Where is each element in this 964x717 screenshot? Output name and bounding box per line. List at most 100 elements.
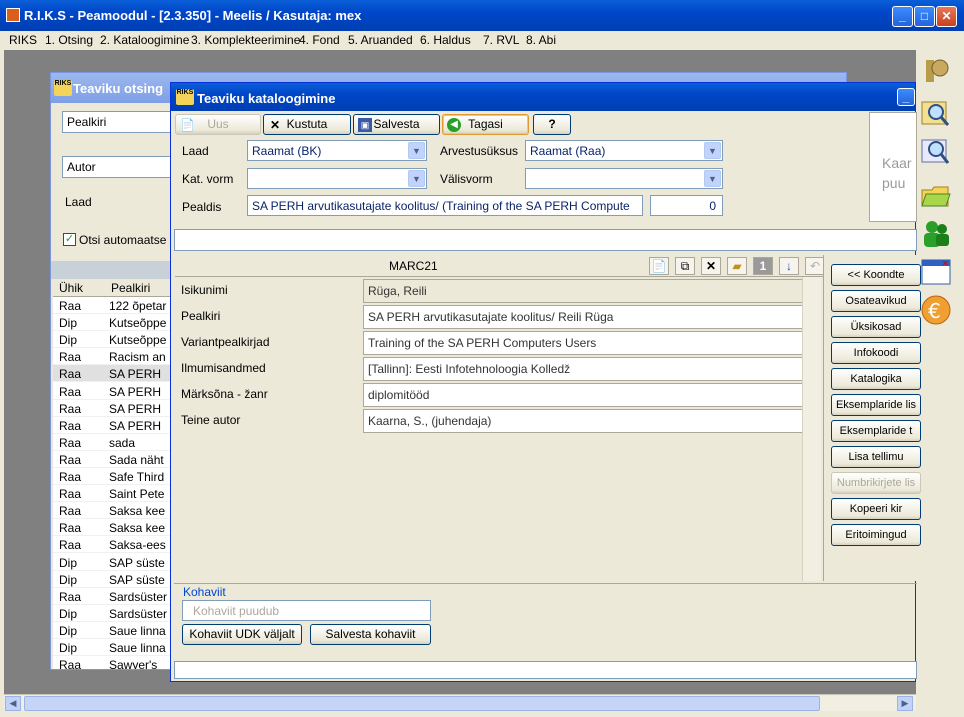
euro-icon[interactable]: € <box>920 294 952 326</box>
list-item[interactable]: Raa Saksa-ees <box>53 536 171 554</box>
new-button[interactable]: 📄 Uus <box>175 114 261 135</box>
close-button[interactable]: ✕ <box>936 6 957 27</box>
one-icon[interactable]: 1 <box>753 257 773 275</box>
window-icon[interactable]: ✕ <box>920 256 952 288</box>
list-item[interactable]: Dip SAP süste <box>53 554 171 571</box>
back-button[interactable]: ◀ Tagasi <box>442 114 529 135</box>
side-button[interactable]: Osateavikud <box>831 290 921 312</box>
kohaviit-udk-button[interactable]: Kohaviit UDK väljalt <box>182 624 302 645</box>
list-item[interactable]: Raa Racism an <box>53 348 171 366</box>
menu-rvl[interactable]: 7. RVL <box>483 33 519 47</box>
help-button[interactable]: ? <box>533 114 571 135</box>
katvorm-select[interactable]: ▼ <box>247 168 427 189</box>
list-item[interactable]: Raa sada <box>53 434 171 451</box>
side-button[interactable]: Lisa tellimu <box>831 446 921 468</box>
kohaviit-input[interactable]: Kohaviit puudub <box>182 600 431 621</box>
horizontal-scrollbar[interactable]: ◀ ▶ <box>4 694 916 711</box>
scroll-left-icon[interactable]: ◀ <box>5 696 21 711</box>
menu-fond[interactable]: 4. Fond <box>299 33 340 47</box>
search-field-pealkiri[interactable]: Pealkiri <box>62 111 172 133</box>
chevron-down-icon[interactable]: ▼ <box>408 170 425 187</box>
menu-otsing[interactable]: 1. Otsing <box>45 33 93 47</box>
menu-haldus[interactable]: 6. Haldus <box>420 33 471 47</box>
side-button[interactable]: Katalogika <box>831 368 921 390</box>
undo-icon[interactable]: ↶ <box>805 257 825 275</box>
folder-icon[interactable] <box>920 180 952 212</box>
catalog-search-icon[interactable] <box>920 136 952 168</box>
list-item-title: SAP süste <box>109 572 165 587</box>
laad-select[interactable]: Raamat (BK) ▼ <box>247 140 427 161</box>
list-item[interactable]: Raa Sawyer's <box>53 656 171 669</box>
delete-button[interactable]: ✕ Kustuta <box>263 114 351 135</box>
chevron-down-icon[interactable]: ▼ <box>704 170 721 187</box>
arrow-down-icon[interactable]: ↓ <box>779 257 799 275</box>
tools-icon[interactable] <box>920 56 952 88</box>
catalog-minimize-button[interactable]: _ <box>897 88 915 106</box>
maximize-button[interactable]: □ <box>914 6 935 27</box>
menu-aruanded[interactable]: 5. Aruanded <box>348 33 413 47</box>
side-button[interactable]: Eritoimingud <box>831 524 921 546</box>
copy-icon[interactable]: ⧉ <box>675 257 695 275</box>
side-button[interactable]: Eksemplaride t <box>831 420 921 442</box>
list-item[interactable]: Raa Saksa kee <box>53 519 171 537</box>
list-item[interactable]: Raa SA PERH <box>53 400 171 417</box>
users-icon[interactable] <box>920 218 952 250</box>
marc-field-value[interactable]: Rüga, Reili <box>363 279 804 303</box>
list-item[interactable]: Dip SAP süste <box>53 571 171 588</box>
list-item[interactable]: Dip Kutseõppe <box>53 314 171 332</box>
side-button[interactable]: Kopeeri kir <box>831 498 921 520</box>
side-button[interactable]: Numbrikirjete lis <box>831 472 921 494</box>
marc-field-value[interactable]: SA PERH arvutikasutajate koolitus/ Reili… <box>363 305 804 329</box>
search-field-autor[interactable]: Autor <box>62 156 172 178</box>
laad-value: Raamat (BK) <box>252 144 322 158</box>
chevron-down-icon[interactable]: ▼ <box>704 142 721 159</box>
list-item[interactable]: Raa SA PERH <box>53 383 171 400</box>
chevron-down-icon[interactable]: ▼ <box>408 142 425 159</box>
marc-field-value[interactable]: [Tallinn]: Eesti Infotehnoloogia Kolledž <box>363 357 804 381</box>
list-item-title: SA PERH <box>109 367 162 382</box>
marc-scrollbar[interactable] <box>802 277 821 581</box>
list-item[interactable]: Raa SA PERH <box>53 417 171 434</box>
col-header-title[interactable]: Pealkiri <box>111 281 150 295</box>
marc-field-value[interactable]: Training of the SA PERH Computers Users <box>363 331 804 355</box>
list-item[interactable]: Raa Saint Pete <box>53 485 171 503</box>
side-button[interactable]: Üksikosad <box>831 316 921 338</box>
count-field[interactable]: 0 <box>650 195 723 216</box>
auto-search-checkbox[interactable]: ✓ <box>63 233 76 246</box>
menu-kataloogimine[interactable]: 2. Kataloogimine <box>100 33 189 47</box>
menu-riks[interactable]: RIKS <box>9 33 37 47</box>
scroll-right-icon[interactable]: ▶ <box>897 696 913 711</box>
list-item[interactable]: Dip Saue linna <box>53 639 171 656</box>
info-field[interactable] <box>174 229 917 251</box>
list-item-unit: Dip <box>59 555 78 570</box>
scroll-thumb[interactable] <box>24 696 820 711</box>
marc-field-value[interactable]: diplomitööd <box>363 383 804 407</box>
side-button[interactable]: Eksemplaride lis <box>831 394 921 416</box>
list-item[interactable]: Raa 122 õpetar <box>53 297 171 314</box>
side-button[interactable]: << Koondte <box>831 264 921 286</box>
delete-field-icon[interactable]: ✕ <box>701 257 721 275</box>
kohaviit-save-button[interactable]: Salvesta kohaviit <box>310 624 431 645</box>
col-header-unit[interactable]: Ühik <box>59 281 83 295</box>
list-item[interactable]: Raa Sada näht <box>53 451 171 468</box>
marc-field-value[interactable]: Kaarna, S., (juhendaja) <box>363 409 804 433</box>
list-item[interactable]: Raa Saksa kee <box>53 502 171 520</box>
save-button[interactable]: ▣ Salvesta <box>353 114 440 135</box>
pealdis-field[interactable]: SA PERH arvutikasutajate koolitus/ (Trai… <box>247 195 643 216</box>
arvestus-select[interactable]: Raamat (Raa) ▼ <box>525 140 723 161</box>
valisvorm-select[interactable]: ▼ <box>525 168 723 189</box>
pealdis-value: SA PERH arvutikasutajate koolitus/ (Trai… <box>252 199 630 213</box>
new-field-icon[interactable]: 📄 <box>649 257 669 275</box>
list-item[interactable]: Dip Kutseõppe <box>53 331 171 349</box>
list-item[interactable]: Raa Sardsüster <box>53 588 171 605</box>
open-folder-icon[interactable]: ▰ <box>727 257 747 275</box>
list-item[interactable]: Dip Saue linna <box>53 622 171 639</box>
side-button[interactable]: Infokoodi <box>831 342 921 364</box>
search-icon[interactable] <box>920 98 952 130</box>
menu-komplekteerimine[interactable]: 3. Komplekteerimine <box>191 33 300 47</box>
minimize-button[interactable]: _ <box>892 6 913 27</box>
list-item[interactable]: Raa SA PERH <box>53 365 171 383</box>
list-item[interactable]: Raa Safe Third <box>53 468 171 485</box>
list-item[interactable]: Dip Sardsüster <box>53 605 171 622</box>
menu-abi[interactable]: 8. Abi <box>526 33 556 47</box>
